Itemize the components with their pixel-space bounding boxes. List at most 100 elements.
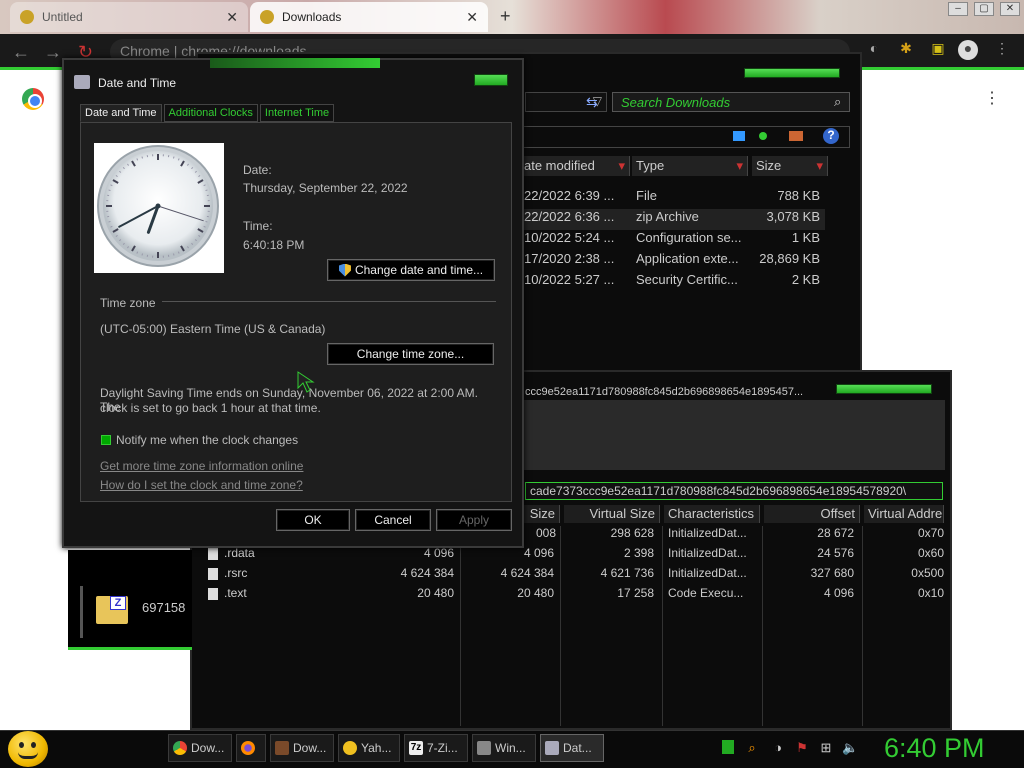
clock-tick	[108, 189, 111, 192]
archive-file-icon[interactable]: Z	[96, 596, 128, 624]
back-icon[interactable]: ←	[12, 42, 30, 63]
window-controls: – ▢ ✕	[948, 2, 1020, 16]
address-site: Chrome	[120, 43, 170, 59]
time-label: Time:	[243, 219, 273, 233]
pe-window-title: ccc9e52ea1171d780988fc845d2b696898654e18…	[525, 386, 804, 398]
taskbar-item-window[interactable]: Win...	[472, 734, 536, 762]
cancel-button[interactable]: Cancel	[355, 509, 431, 531]
menu-icon[interactable]: ⋮	[992, 40, 1012, 60]
maximize-button[interactable]: ▢	[974, 2, 994, 16]
table-row[interactable]: .rsrc 4 624 384 4 624 384 4 621 736 Init…	[200, 566, 945, 586]
clock-help-link[interactable]: How do I set the clock and time zone?	[100, 478, 303, 492]
pe-address-bar[interactable]: cade7373ccc9e52ea1171d780988fc845d2b6968…	[525, 482, 943, 500]
tray-volume-icon[interactable]: 🔈	[842, 740, 858, 756]
column-characteristics[interactable]: Characteristics	[664, 505, 760, 523]
column-virtual-address[interactable]: Virtual Addre	[864, 505, 944, 523]
tab-favicon-icon	[20, 10, 34, 24]
list-item[interactable]: 10/2022 5:27 ... Security Certific... 2 KB	[520, 272, 825, 293]
7zip-icon: 7z	[409, 741, 423, 755]
refresh-icon[interactable]: ⇆	[586, 94, 598, 111]
notify-checkbox[interactable]	[101, 435, 111, 445]
change-date-time-button[interactable]: Change date and time...	[327, 259, 495, 281]
tab-date-and-time[interactable]: Date and Time	[80, 104, 162, 122]
taskbar-item-firefox[interactable]	[236, 734, 266, 762]
file-icon	[208, 548, 218, 560]
timezone-info-link[interactable]: Get more time zone information online	[100, 459, 303, 473]
tab-internet-time[interactable]: Internet Time	[259, 104, 335, 122]
close-window-button[interactable]: ✕	[1000, 2, 1020, 16]
window-buttons[interactable]	[836, 384, 932, 394]
column-virtual-size[interactable]: Virtual Size	[564, 505, 660, 523]
ok-button[interactable]: OK	[276, 509, 350, 531]
dialog-tabs: Date and Time Additional Clocks Internet…	[80, 104, 335, 122]
minimize-button[interactable]: –	[948, 2, 968, 16]
avatar-icon[interactable]: ●	[958, 40, 978, 60]
column-type[interactable]: Type ▾	[632, 156, 748, 176]
table-row[interactable]: .rdata 4 096 4 096 2 398 InitializedDat.…	[200, 546, 945, 566]
help-icon[interactable]: ?	[823, 128, 839, 144]
list-item[interactable]: 22/2022 6:36 ... zip Archive 3,078 KB	[520, 209, 825, 230]
column-date-modified[interactable]: ate modified ▾	[520, 156, 630, 176]
file-label[interactable]: 697158	[142, 600, 185, 615]
date-label: Date:	[243, 163, 272, 177]
status-icon[interactable]	[759, 132, 767, 140]
downloads-menu-icon[interactable]: ⋮	[984, 88, 1000, 108]
search-downloads-input[interactable]: Search Downloads	[612, 92, 850, 112]
tray-search-icon[interactable]: ⌕	[744, 740, 760, 756]
tray-network-icon[interactable]: ⊞	[818, 740, 834, 756]
tray-flag-icon[interactable]: ⚑	[794, 740, 810, 756]
list-item[interactable]: 17/2020 2:38 ... Application exte... 28,86…	[520, 251, 825, 272]
close-dialog-button[interactable]	[474, 74, 508, 86]
clock-face	[97, 145, 219, 267]
browser-tab-untitled[interactable]: Untitled ✕	[10, 2, 248, 32]
uac-shield-icon	[338, 263, 351, 277]
tray-green-icon[interactable]	[722, 740, 734, 754]
browser-tab-downloads[interactable]: Downloads ✕	[250, 2, 488, 32]
dst-notice-line2: clock is set to go back 1 hour at that t…	[100, 401, 321, 415]
chrome-logo-icon	[22, 88, 44, 110]
clock-tick	[205, 189, 208, 192]
column-offset[interactable]: Offset	[764, 505, 860, 523]
sidepanel-icon[interactable]: ▣	[928, 40, 948, 60]
taskbar-item-yahoo[interactable]: Yah...	[338, 734, 400, 762]
taskbar-clock[interactable]: 6:40 PM	[884, 733, 985, 764]
column-size[interactable]: Size ▾	[752, 156, 828, 176]
dialog-title: Date and Time	[98, 76, 177, 90]
analog-clock	[94, 143, 224, 273]
chrome-icon	[173, 741, 187, 755]
clock-tick	[108, 220, 111, 223]
start-button[interactable]	[8, 731, 48, 767]
tab-label: Untitled	[42, 10, 83, 24]
list-item[interactable]: 22/2022 6:39 ... File 788 KB	[520, 188, 825, 209]
apply-button[interactable]: Apply	[436, 509, 512, 531]
tab-close-icon[interactable]: ✕	[466, 9, 478, 26]
taskbar-item-7zip[interactable]: 7z 7-Zi...	[404, 734, 468, 762]
list-item[interactable]: 10/2022 5:24 ... Configuration se... 1 KB	[520, 230, 825, 251]
search-icon[interactable]: ⌕	[834, 94, 841, 110]
pane-icon[interactable]	[789, 131, 803, 141]
tray-shell-icon[interactable]: ◑	[770, 740, 786, 756]
tab-additional-clocks[interactable]: Additional Clocks	[163, 104, 258, 122]
notify-checkbox-label: Notify me when the clock changes	[116, 433, 299, 447]
window-buttons[interactable]	[744, 68, 840, 78]
table-row[interactable]: .text 20 480 20 480 17 258 Code Execu...…	[200, 586, 945, 606]
forward-icon[interactable]: →	[44, 42, 62, 63]
file-icon	[208, 588, 218, 600]
column-size[interactable]: Size	[524, 505, 560, 523]
tab-favicon-icon	[260, 10, 274, 24]
taskbar-item-datetime[interactable]: Dat...	[540, 734, 604, 762]
tab-close-icon[interactable]: ✕	[226, 9, 238, 26]
app-icon	[275, 741, 289, 755]
taskbar-item-chrome[interactable]: Dow...	[168, 734, 232, 762]
taskbar-item-downloads[interactable]: Dow...	[270, 734, 334, 762]
new-tab-button[interactable]: +	[500, 6, 511, 27]
date-value: Thursday, September 22, 2022	[243, 181, 408, 195]
clock-settings-icon	[74, 75, 90, 89]
tab-label: Downloads	[282, 10, 342, 24]
profile-flag-icon[interactable]: ◐	[864, 40, 884, 60]
firefox-icon	[241, 741, 255, 755]
extensions-icon[interactable]: ✱	[896, 40, 916, 60]
change-timezone-button[interactable]: Change time zone...	[327, 343, 494, 365]
clock-icon	[545, 741, 559, 755]
view-icon[interactable]	[733, 131, 745, 141]
